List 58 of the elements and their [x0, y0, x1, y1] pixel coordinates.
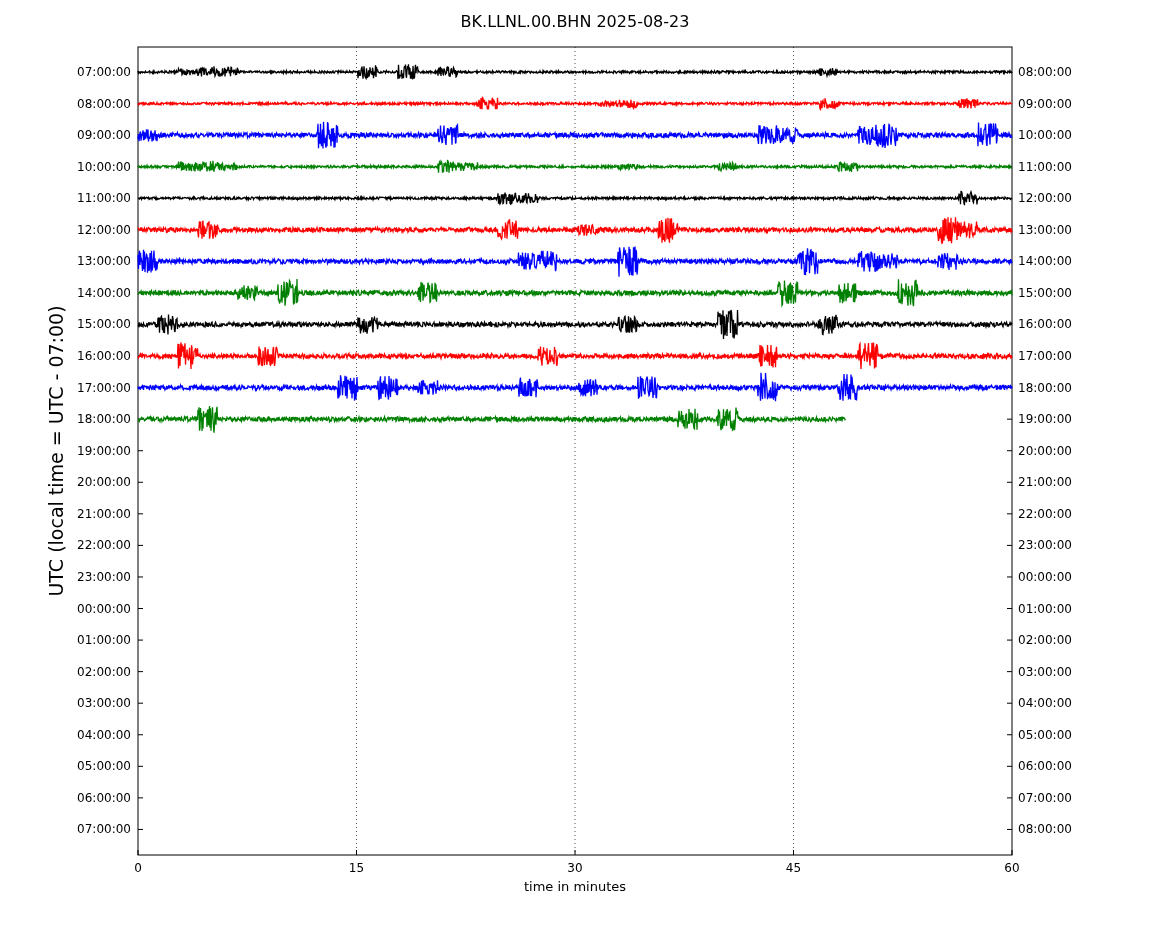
y-tick-label: 17:00:00 — [1018, 349, 1072, 364]
y-tick-label: 08:00:00 — [77, 96, 131, 111]
x-tick-label: 15 — [348, 861, 365, 875]
y-tick-label: 12:00:00 — [77, 222, 131, 237]
y-tick-label: 14:00:00 — [77, 285, 131, 300]
y-tick-label: 04:00:00 — [77, 727, 131, 742]
y-tick-label: 20:00:00 — [1018, 443, 1072, 458]
x-tick-label: 60 — [1004, 861, 1020, 875]
y-tick-label: 07:00:00 — [77, 822, 131, 837]
y-tick-label: 03:00:00 — [77, 696, 131, 711]
y-tick-label: 19:00:00 — [1018, 412, 1072, 427]
y-tick-label: 13:00:00 — [77, 254, 131, 269]
y-tick-label: 08:00:00 — [1018, 822, 1072, 837]
y-tick-label: 01:00:00 — [1018, 601, 1072, 616]
y-tick-label: 02:00:00 — [1018, 633, 1072, 648]
y-tick-label: 17:00:00 — [77, 380, 131, 395]
y-tick-label: 11:00:00 — [77, 191, 131, 206]
y-tick-label: 14:00:00 — [1018, 254, 1072, 269]
x-tick-label: 0 — [134, 861, 142, 875]
y-tick-label: 10:00:00 — [1018, 128, 1072, 143]
y-tick-label: 13:00:00 — [1018, 222, 1072, 237]
y-tick-label: 02:00:00 — [77, 664, 131, 679]
y-tick-label: 00:00:00 — [77, 601, 131, 616]
y-tick-label: 23:00:00 — [77, 569, 131, 584]
y-tick-label: 16:00:00 — [1018, 317, 1072, 332]
y-tick-label: 06:00:00 — [77, 790, 131, 805]
y-tick-label: 12:00:00 — [1018, 191, 1072, 206]
y-tick-label: 06:00:00 — [1018, 759, 1072, 774]
y-tick-label: 18:00:00 — [77, 412, 131, 427]
x-tick-label: 45 — [785, 861, 802, 875]
y-tick-label: 01:00:00 — [77, 633, 131, 648]
y-tick-label: 16:00:00 — [77, 349, 131, 364]
chart-title: BK.LLNL.00.BHN 2025-08-23 — [460, 12, 690, 31]
x-tick-label: 30 — [567, 861, 583, 875]
y-tick-label: 15:00:00 — [1018, 285, 1072, 300]
y-tick-label: 15:00:00 — [77, 317, 131, 332]
y-tick-label: 09:00:00 — [1018, 96, 1072, 111]
y-tick-label: 22:00:00 — [1018, 506, 1072, 521]
y-tick-label: 19:00:00 — [77, 443, 131, 458]
x-axis-label: time in minutes — [523, 879, 627, 894]
y-tick-label: 00:00:00 — [1018, 569, 1072, 584]
y-tick-label: 18:00:00 — [1018, 380, 1072, 395]
y-tick-label: 10:00:00 — [77, 159, 131, 174]
y-tick-label: 07:00:00 — [1018, 790, 1072, 805]
y-tick-label: 05:00:00 — [1018, 727, 1072, 742]
y-tick-label: 23:00:00 — [1018, 538, 1072, 553]
y-tick-label: 21:00:00 — [1018, 475, 1072, 490]
y-tick-label: 09:00:00 — [77, 128, 131, 143]
y-tick-label: 07:00:00 — [77, 65, 131, 79]
y-axis-label: UTC (local time = UTC - 07:00) — [45, 305, 67, 597]
y-tick-label: 20:00:00 — [77, 475, 131, 490]
y-tick-label: 21:00:00 — [77, 506, 131, 521]
y-tick-label: 05:00:00 — [77, 759, 131, 774]
y-tick-label: 22:00:00 — [77, 538, 131, 553]
y-tick-label: 04:00:00 — [1018, 696, 1072, 711]
y-tick-label: 03:00:00 — [1018, 664, 1072, 679]
y-tick-label: 08:00:00 — [1018, 65, 1072, 79]
y-tick-label: 11:00:00 — [1018, 159, 1072, 174]
